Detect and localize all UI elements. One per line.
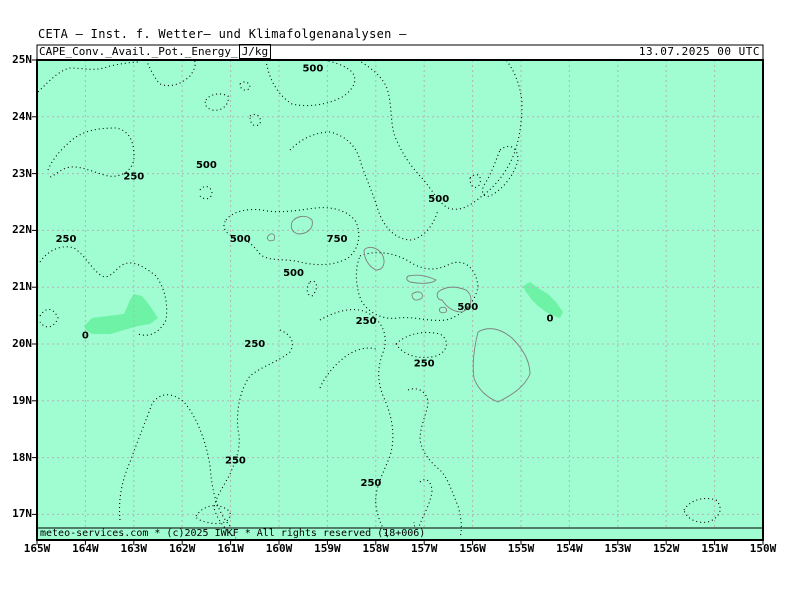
latitude-label: 25N <box>12 53 32 66</box>
longitude-label: 161W <box>217 542 244 555</box>
contour-value-label: 250 <box>56 234 77 245</box>
contour-value-label: 250 <box>361 478 382 489</box>
contour-value-label: 0 <box>82 330 89 341</box>
copyright-footer: meteo-services.com * (c)2025 IWKF * All … <box>40 528 426 539</box>
latitude-label: 21N <box>12 280 32 294</box>
latitude-label: 24N <box>12 109 32 123</box>
contour-value-label: 0 <box>547 313 554 324</box>
valid-datetime: 13.07.2025 00 UTC <box>638 45 760 58</box>
latitude-label: 17N <box>12 507 32 521</box>
longitude-label: 156W <box>459 542 486 555</box>
longitude-label: 163W <box>120 542 148 555</box>
contour-value-label: 500 <box>230 234 251 245</box>
contour-value-label: 500 <box>428 194 449 205</box>
longitude-label: 151W <box>701 542 728 555</box>
contour-value-label: 500 <box>196 160 217 171</box>
longitude-label: 164W <box>72 542 99 555</box>
parameter-label: CAPE_Conv._Avail._Pot._Energy_ J/kg <box>37 44 273 59</box>
longitude-label: 160W <box>265 542 293 555</box>
longitude-label: 150W <box>749 542 777 555</box>
map-background <box>37 60 763 540</box>
longitude-label: 157W <box>410 542 438 555</box>
longitude-label: 154W <box>556 542 583 555</box>
longitude-label: 165W <box>23 542 51 555</box>
longitude-label: 162W <box>168 542 196 555</box>
latitude-label: 23N <box>12 166 32 180</box>
institute-title: CETA — Inst. f. Wetter— und Klimafolgena… <box>38 27 407 41</box>
latitude-label: 22N <box>12 223 32 237</box>
contour-value-label: 250 <box>123 171 144 182</box>
contour-value-label: 500 <box>302 63 323 74</box>
longitude-label: 155W <box>507 542 535 555</box>
contour-value-label: 250 <box>356 316 377 327</box>
contour-value-label: 250 <box>414 359 435 370</box>
longitude-label: 159W <box>314 542 341 555</box>
longitude-label: 152W <box>652 542 680 555</box>
contour-value-label: 500 <box>283 268 304 279</box>
longitude-label: 158W <box>362 542 390 555</box>
contour-value-label: 500 <box>457 302 478 313</box>
latitude-label: 19N <box>12 393 32 407</box>
contour-value-label: 750 <box>327 234 348 245</box>
latitude-label: 18N <box>12 450 32 464</box>
latitude-label: 20N <box>12 337 32 350</box>
contour-value-label: 250 <box>244 339 265 350</box>
parameter-unit: J/kg <box>238 44 272 59</box>
parameter-name: CAPE_Conv._Avail._Pot._Energy_ <box>39 45 238 58</box>
cape-map: 500 250 500 500 250 500 750 500 500 250 0 0 250 250 25… <box>32 44 764 545</box>
contour-value-label: 250 <box>225 455 246 466</box>
longitude-label: 153W <box>604 542 632 555</box>
